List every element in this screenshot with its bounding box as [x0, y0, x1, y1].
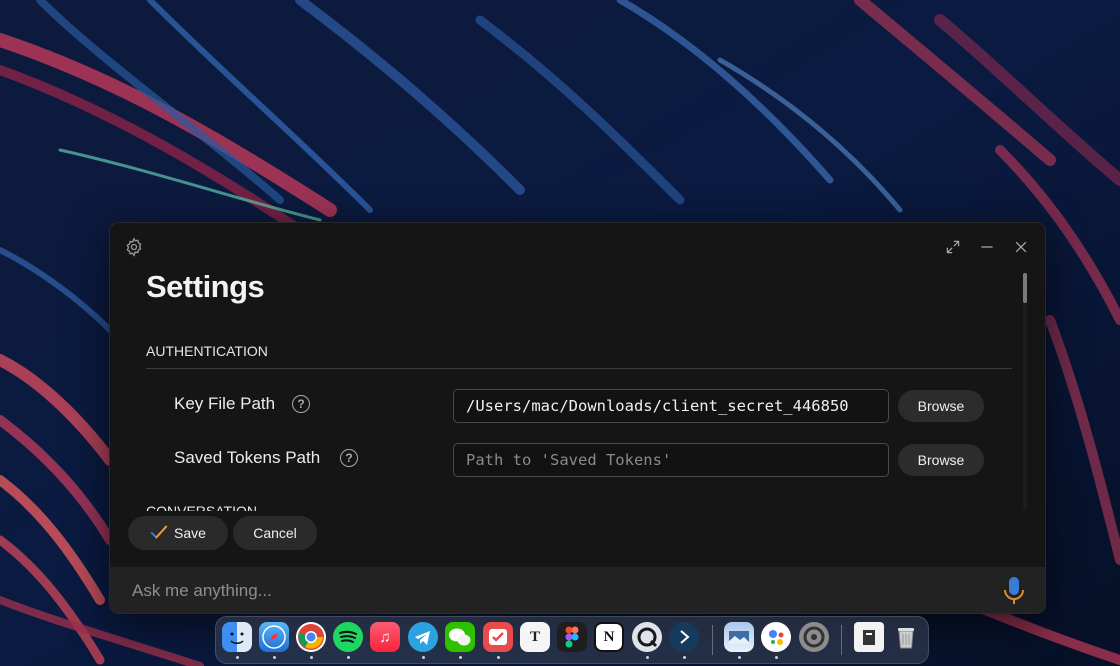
running-indicator — [347, 656, 350, 659]
running-indicator — [497, 656, 500, 659]
spotify-icon[interactable] — [333, 622, 363, 652]
running-indicator — [236, 656, 239, 659]
finder-icon[interactable] — [222, 622, 252, 652]
cancel-button[interactable]: Cancel — [233, 516, 317, 550]
saved-tokens-browse-button[interactable]: Browse — [898, 444, 984, 476]
settings-window: Settings AUTHENTICATION Key File Path ? … — [109, 222, 1046, 614]
save-label: Save — [174, 525, 206, 541]
ask-bar — [110, 567, 1045, 613]
running-indicator — [422, 656, 425, 659]
scrollbar[interactable] — [1023, 273, 1027, 509]
typora-icon[interactable]: T — [520, 622, 550, 652]
dock: ♫ T N — [215, 616, 929, 664]
running-indicator — [775, 656, 778, 659]
prompt-icon[interactable] — [669, 622, 699, 652]
file-icon[interactable] — [854, 622, 884, 652]
help-icon[interactable]: ? — [340, 449, 358, 467]
title-bar — [110, 223, 1045, 269]
safari-icon[interactable] — [259, 622, 289, 652]
running-indicator — [738, 656, 741, 659]
preview-icon[interactable] — [724, 622, 754, 652]
quicktime-icon[interactable] — [632, 622, 662, 652]
dock-separator — [841, 625, 842, 655]
dock-separator — [712, 625, 713, 655]
checkmark-icon — [150, 523, 168, 544]
chrome-icon[interactable] — [296, 622, 326, 652]
system-preferences-icon[interactable] — [799, 622, 829, 652]
key-file-browse-button[interactable]: Browse — [898, 390, 984, 422]
trash-icon[interactable] — [891, 622, 921, 652]
expand-icon[interactable] — [943, 237, 963, 257]
ticktick-icon[interactable] — [483, 622, 513, 652]
running-indicator — [459, 656, 462, 659]
ask-input[interactable] — [130, 567, 954, 613]
section-header-conversation: CONVERSATION — [146, 503, 257, 511]
section-header-authentication: AUTHENTICATION — [146, 343, 268, 359]
running-indicator — [683, 656, 686, 659]
saved-tokens-label: Saved Tokens Path — [174, 448, 321, 467]
running-indicator — [273, 656, 276, 659]
section-divider — [146, 368, 1012, 369]
telegram-icon[interactable] — [408, 622, 438, 652]
microphone-icon[interactable] — [1003, 576, 1025, 606]
minimize-icon[interactable] — [977, 237, 997, 257]
google-assistant-icon[interactable] — [761, 622, 791, 652]
notion-icon[interactable]: N — [594, 622, 624, 652]
music-icon[interactable]: ♫ — [370, 622, 400, 652]
key-file-input[interactable] — [453, 389, 889, 423]
saved-tokens-input[interactable] — [453, 443, 889, 477]
close-icon[interactable] — [1011, 237, 1031, 257]
page-title: Settings — [146, 269, 265, 304]
wechat-icon[interactable] — [445, 622, 475, 652]
gear-icon[interactable] — [124, 237, 144, 257]
save-button[interactable]: Save — [128, 516, 228, 550]
key-file-label: Key File Path — [174, 394, 276, 413]
running-indicator — [646, 656, 649, 659]
help-icon[interactable]: ? — [292, 395, 310, 413]
scrollbar-thumb[interactable] — [1023, 273, 1027, 303]
running-indicator — [310, 656, 313, 659]
figma-icon[interactable] — [557, 622, 587, 652]
